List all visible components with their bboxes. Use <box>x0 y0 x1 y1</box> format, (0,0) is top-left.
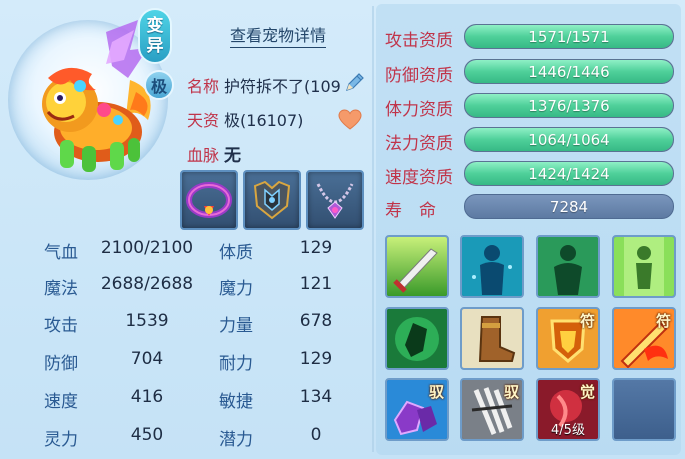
panel-divider <box>372 6 374 452</box>
lifespan-value: 7284 <box>549 198 589 216</box>
skill-slot[interactable] <box>385 235 449 298</box>
grade-badge: 极 <box>144 70 174 100</box>
equipment-slot-armor[interactable] <box>243 170 301 230</box>
aptitude-bar: 1446/1446 <box>464 59 674 84</box>
skill-slot[interactable] <box>536 235 600 298</box>
stat-value: 450 <box>130 425 164 445</box>
stat-value: 2100/2100 <box>100 238 194 258</box>
collar-equipment-icon <box>186 182 232 218</box>
skill-type-tag: 符 <box>655 312 671 330</box>
equipment-slot-necklace[interactable] <box>306 170 364 230</box>
skill-slot[interactable] <box>460 307 524 370</box>
lifespan-label: 寿 命 <box>385 201 436 221</box>
skill-slot[interactable]: 觉 4/5级 <box>536 378 600 441</box>
stat-value: 416 <box>130 387 164 407</box>
pet-name-label: 名称 <box>187 77 220 96</box>
pet-bloodline-value: 无 <box>224 146 242 166</box>
skill-type-tag: 觉 <box>579 383 595 401</box>
aptitude-value: 1571/1571 <box>528 28 610 46</box>
aptitude-label: 速度资质 <box>385 168 453 188</box>
lifespan-bar: 7284 <box>464 194 674 219</box>
attribute-value: 129 <box>299 349 333 369</box>
skill-type-tag: 驭 <box>428 383 444 401</box>
stat-label: 防御 <box>44 354 78 374</box>
green-aura-figure-skill-icon <box>614 237 674 296</box>
aptitude-value: 1376/1376 <box>528 97 610 115</box>
skill-type-tag: 驭 <box>503 383 519 401</box>
attribute-value: 678 <box>299 311 333 331</box>
armor-equipment-icon <box>253 180 291 220</box>
attribute-value: 121 <box>299 274 333 294</box>
blue-silhouette-skill-icon <box>462 237 522 296</box>
pencil-icon[interactable] <box>344 71 366 93</box>
attribute-label: 体质 <box>219 243 253 263</box>
stat-value: 704 <box>130 349 164 369</box>
attribute-label: 力量 <box>219 316 253 336</box>
heart-icon[interactable] <box>338 109 362 131</box>
necklace-equipment-icon <box>316 183 354 219</box>
pet-talent-row: 天资 极(16107) <box>187 107 303 131</box>
pet-talent-label: 天资 <box>187 111 220 130</box>
mutation-badge: 变 异 <box>138 8 172 64</box>
skill-slot[interactable] <box>460 235 524 298</box>
attribute-label: 潜力 <box>219 430 253 450</box>
attribute-value: 129 <box>299 238 333 258</box>
attribute-value: 134 <box>299 387 333 407</box>
attribute-label: 耐力 <box>219 354 253 374</box>
aptitude-label: 体力资质 <box>385 100 453 120</box>
green-shield-warrior-skill-icon <box>387 309 447 368</box>
stat-value: 1539 <box>125 311 169 331</box>
sword-slash-skill-icon <box>387 237 447 296</box>
boot-skill-icon <box>462 309 522 368</box>
aptitude-bar: 1064/1064 <box>464 127 674 152</box>
pet-name-row: 名称 护符拆不了(109 <box>187 73 341 97</box>
stat-value: 2688/2688 <box>100 274 194 294</box>
aptitude-value: 1424/1424 <box>528 165 610 183</box>
aptitude-bar: 1571/1571 <box>464 24 674 49</box>
attribute-label: 敏捷 <box>219 392 253 412</box>
view-pet-details-link[interactable]: 查看宠物详情 <box>230 22 327 48</box>
green-silhouette-skill-icon <box>538 237 598 296</box>
aptitude-value: 1446/1446 <box>528 63 610 81</box>
pet-name-value: 护符拆不了(109 <box>224 77 341 96</box>
skill-slot[interactable]: 驭 <box>460 378 524 441</box>
pet-bloodline-row: 血脉无 <box>187 141 241 166</box>
pet-talent-value: 极(16107) <box>224 111 304 130</box>
aptitude-value: 1064/1064 <box>528 131 610 149</box>
aptitude-label: 攻击资质 <box>385 31 453 51</box>
skill-type-tag: 符 <box>579 312 595 330</box>
skill-slot[interactable]: 驭 <box>385 378 449 441</box>
attribute-label: 魔力 <box>219 279 253 299</box>
skill-slot[interactable]: 符 <box>536 307 600 370</box>
skill-slot[interactable]: 符 <box>612 307 676 370</box>
equipment-slot-collar[interactable] <box>180 170 238 230</box>
skill-level-label: 4/5级 <box>551 423 585 438</box>
skill-slot[interactable] <box>612 235 676 298</box>
aptitude-bar: 1424/1424 <box>464 161 674 186</box>
skill-slot[interactable] <box>385 307 449 370</box>
stat-label: 攻击 <box>44 316 78 336</box>
attribute-value: 0 <box>310 425 322 445</box>
aptitude-label: 防御资质 <box>385 66 453 86</box>
aptitude-bar: 1376/1376 <box>464 93 674 118</box>
stat-label: 灵力 <box>44 430 78 450</box>
stat-label: 魔法 <box>44 279 78 299</box>
empty-skill-slot[interactable] <box>612 378 676 441</box>
pet-bloodline-label: 血脉 <box>187 146 220 165</box>
aptitude-label: 法力资质 <box>385 134 453 154</box>
stat-label: 速度 <box>44 392 78 412</box>
stat-label: 气血 <box>44 243 78 263</box>
